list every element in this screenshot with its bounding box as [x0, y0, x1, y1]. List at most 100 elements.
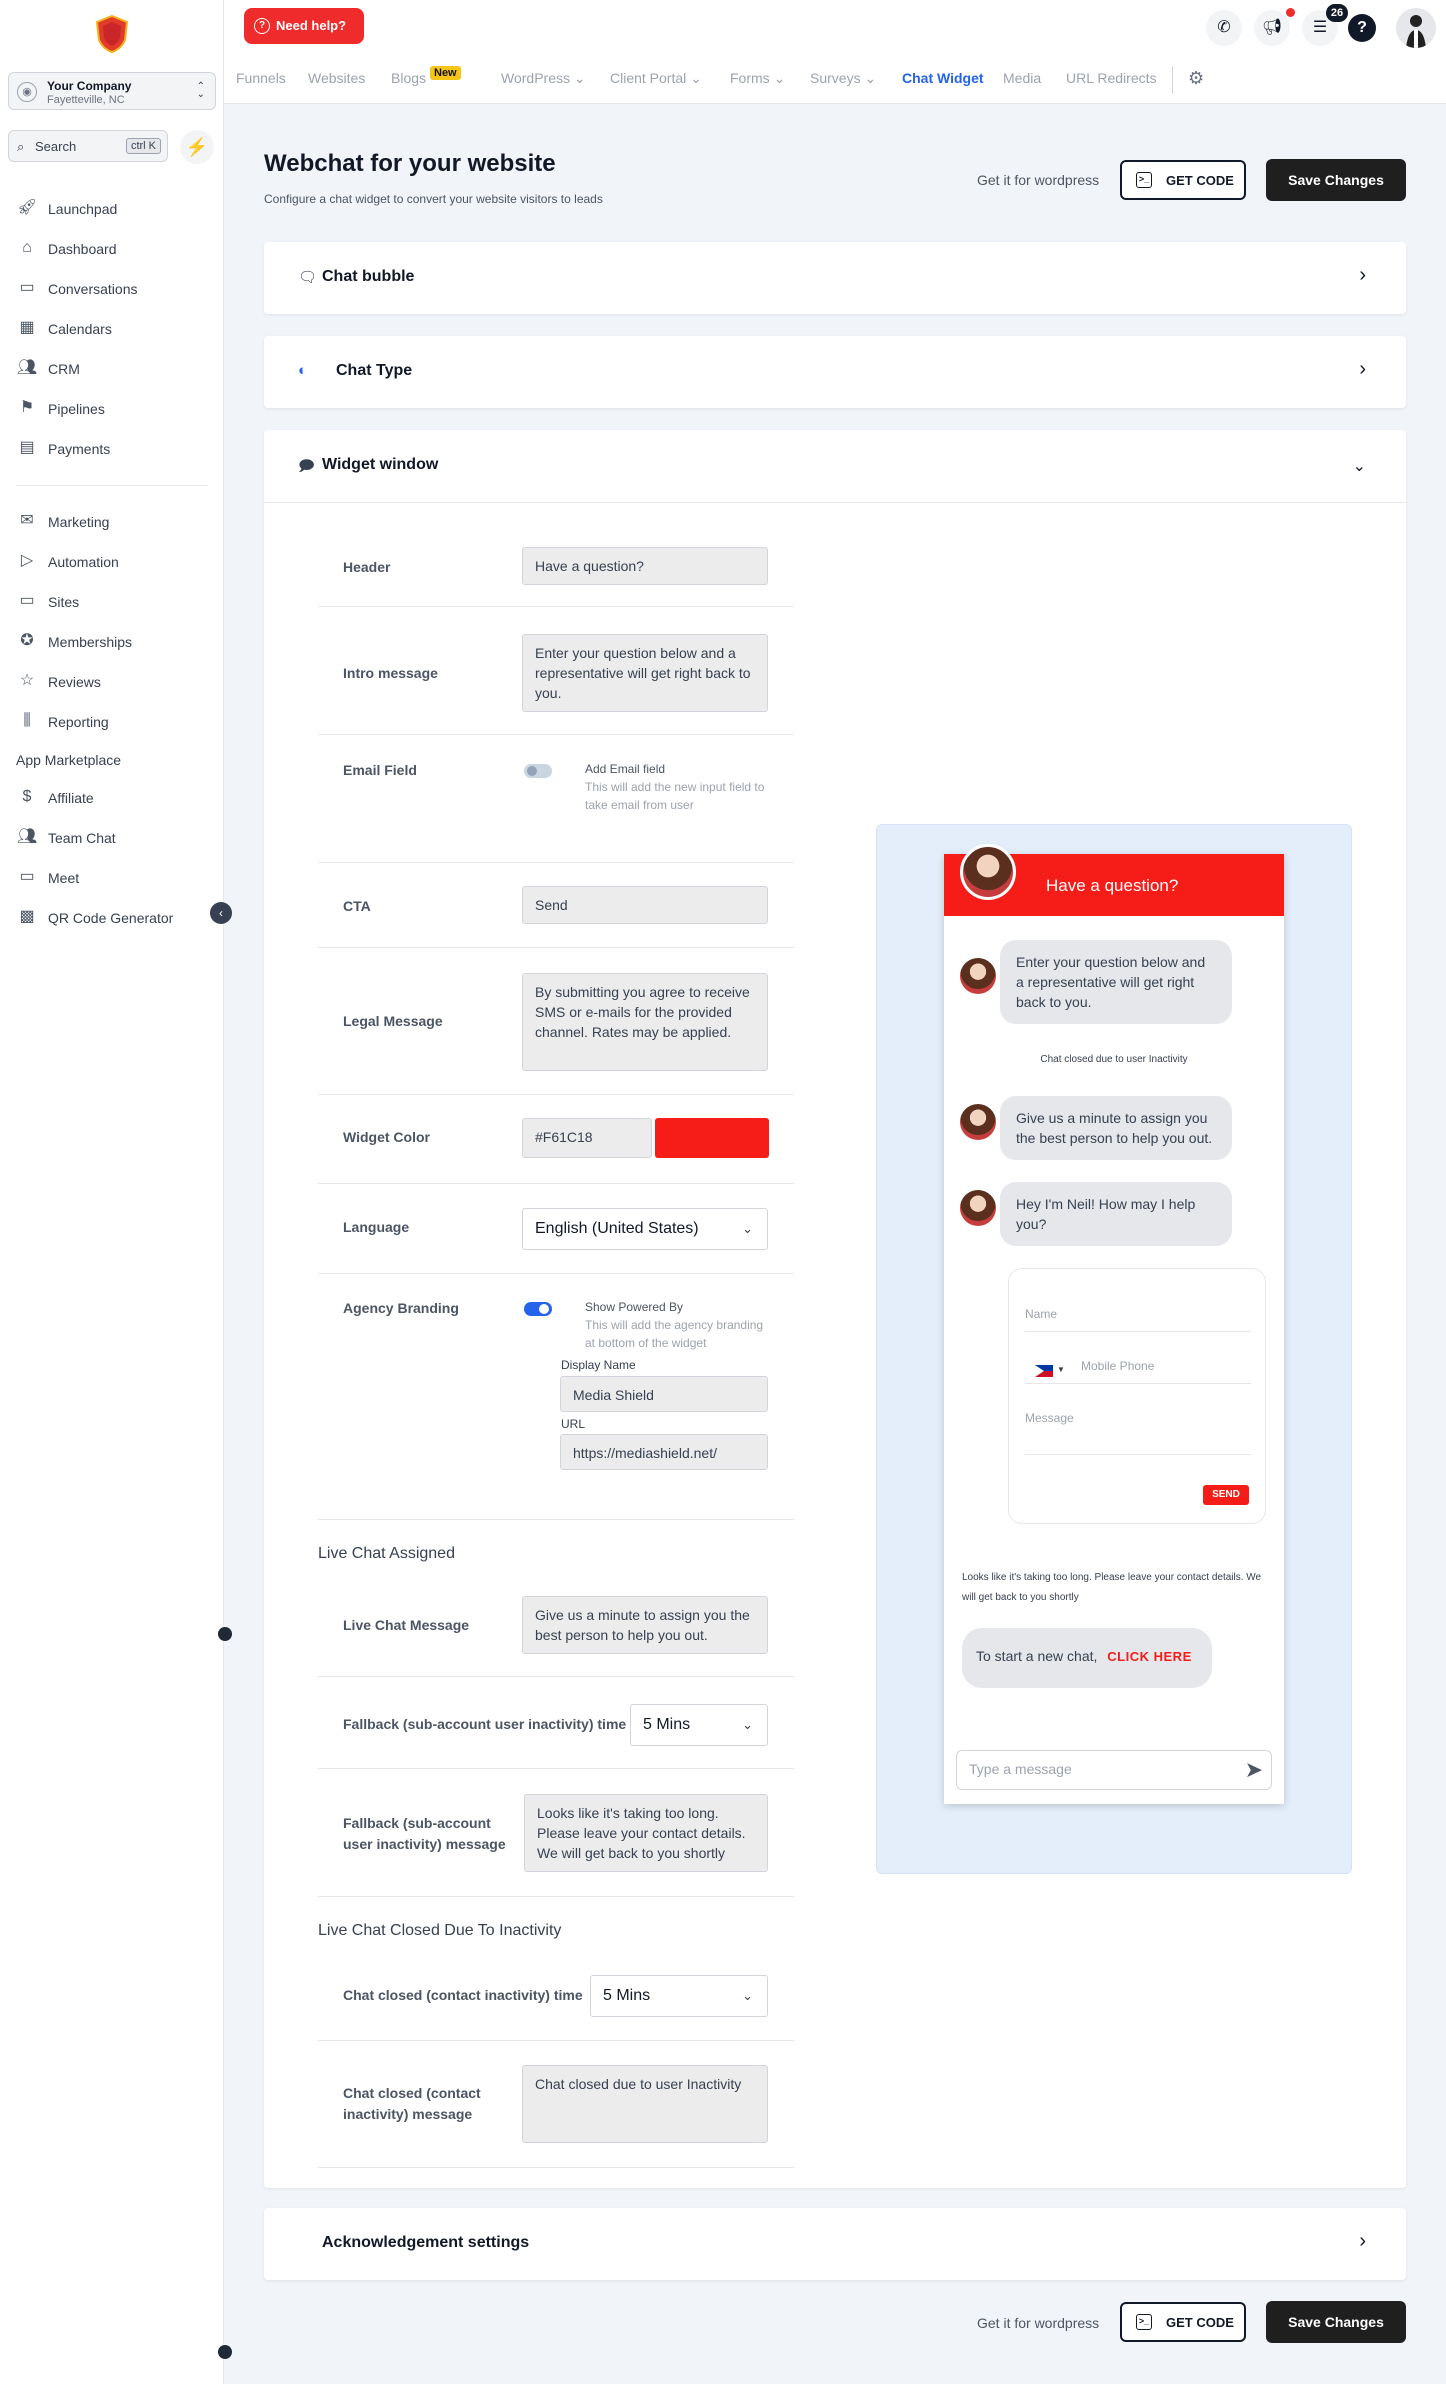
- agent-avatar: [960, 1190, 996, 1226]
- sidebar-item-sites[interactable]: ▭ Sites: [0, 586, 224, 616]
- get-code-button[interactable]: >_ GET CODE: [1120, 2302, 1246, 2342]
- sidebar-item-dashboard[interactable]: ⌂ Dashboard: [0, 233, 224, 263]
- dollar-icon: $: [22, 788, 32, 805]
- tab-separator: [1172, 66, 1173, 94]
- tab-media[interactable]: Media: [1003, 70, 1041, 86]
- save-changes-button[interactable]: Save Changes: [1266, 2301, 1406, 2343]
- collapse-sidebar-icon[interactable]: ‹: [210, 902, 232, 924]
- legal-message-input[interactable]: By submitting you agree to receive SMS o…: [522, 973, 768, 1071]
- quick-actions-bolt-icon[interactable]: ⚡: [180, 130, 214, 164]
- qr-icon: ▩: [19, 908, 35, 925]
- row-divider: [318, 606, 794, 607]
- type-message-input[interactable]: Type a message ➤: [956, 1750, 1272, 1790]
- get-for-wordpress-link[interactable]: Get it for wordpress: [977, 172, 1099, 188]
- url-label: URL: [561, 1417, 586, 1431]
- scroll-handle-icon[interactable]: [218, 1627, 232, 1641]
- tab-websites[interactable]: Websites: [308, 70, 365, 86]
- tab-url-redirects[interactable]: URL Redirects: [1066, 70, 1157, 86]
- name-field[interactable]: Name: [1025, 1307, 1251, 1332]
- cta-input[interactable]: Send: [522, 886, 768, 924]
- fallback-time-select[interactable]: 5 Mins ⌄: [630, 1704, 768, 1746]
- chat-type-section[interactable]: ◐ Chat Type ›: [264, 336, 1406, 408]
- company-switcher[interactable]: ◉ Your Company Fayetteville, NC ⌃ ⌄: [8, 72, 216, 110]
- send-button[interactable]: SEND: [1203, 1485, 1249, 1505]
- tab-blogs[interactable]: Blogs: [391, 70, 426, 86]
- sidebar-item-label: Pipelines: [48, 401, 105, 417]
- language-select[interactable]: English (United States) ⌄: [522, 1208, 768, 1250]
- tab-wordpress[interactable]: WordPress ⌄: [501, 70, 586, 87]
- save-changes-button[interactable]: Save Changes: [1266, 159, 1406, 201]
- sidebar: ◉ Your Company Fayetteville, NC ⌃ ⌄ ⌕ Sea…: [0, 0, 224, 2384]
- tab-forms[interactable]: Forms ⌄: [730, 70, 785, 87]
- tab-funnels[interactable]: Funnels: [236, 70, 286, 86]
- tab-surveys[interactable]: Surveys ⌄: [810, 70, 876, 87]
- sidebar-item-label: Sites: [48, 594, 80, 610]
- get-for-wordpress-link[interactable]: Get it for wordpress: [977, 2315, 1099, 2331]
- fallback-time-label: Fallback (sub-account user inactivity) t…: [343, 1716, 627, 1732]
- sidebar-item-reporting[interactable]: ⫼ Reporting: [0, 706, 224, 736]
- tab-client-portal[interactable]: Client Portal ⌄: [610, 70, 702, 87]
- widget-color-input[interactable]: #F61C18: [522, 1118, 652, 1158]
- sidebar-item-app-marketplace[interactable]: App Marketplace: [0, 744, 224, 774]
- sidebar-item-payments[interactable]: ▤ Payments: [0, 433, 224, 463]
- gear-icon[interactable]: ⚙: [1188, 68, 1204, 89]
- sidebar-item-affiliate[interactable]: $ Affiliate: [0, 782, 224, 812]
- row-divider: [318, 2167, 794, 2168]
- chat-type-icon: ◐: [298, 362, 308, 379]
- sidebar-item-memberships[interactable]: ✪ Memberships: [0, 626, 224, 656]
- fallback-message-input[interactable]: Looks like it's taking too long. Please …: [524, 1794, 768, 1872]
- url-input[interactable]: https://mediashield.net/: [560, 1434, 768, 1470]
- tab-label: WordPress: [501, 70, 570, 86]
- mobile-phone-field[interactable]: Mobile Phone: [1025, 1359, 1251, 1384]
- live-chat-message-input[interactable]: Give us a minute to assign you the best …: [522, 1596, 768, 1654]
- scroll-handle-icon[interactable]: [218, 2345, 232, 2359]
- chevron-down-icon[interactable]: ⌄: [1353, 456, 1366, 476]
- phone-icon[interactable]: ✆: [1206, 10, 1242, 46]
- sidebar-item-label: Automation: [48, 554, 119, 570]
- acknowledgement-settings-section[interactable]: Acknowledgement settings ›: [264, 2208, 1406, 2280]
- sidebar-item-reviews[interactable]: ☆ Reviews: [0, 666, 224, 696]
- widget-color-swatch[interactable]: [655, 1118, 769, 1158]
- sidebar-item-label: Meet: [48, 870, 80, 886]
- page-title: Webchat for your website: [264, 150, 556, 177]
- tab-label: Client Portal: [610, 70, 687, 86]
- sidebar-item-meet[interactable]: ▭ Meet: [0, 862, 224, 892]
- send-arrow-icon[interactable]: ➤: [1245, 1757, 1263, 1783]
- chat-closed-message-input[interactable]: Chat closed due to user Inactivity: [522, 2065, 768, 2143]
- sidebar-item-qr-code-generator[interactable]: ▩ QR Code Generator: [0, 902, 224, 932]
- email-field-toggle[interactable]: [524, 764, 552, 778]
- intro-message-input[interactable]: Enter your question below and a represen…: [522, 634, 768, 712]
- widget-color-label: Widget Color: [343, 1129, 430, 1145]
- sidebar-item-marketing[interactable]: ✉ Marketing: [0, 506, 224, 536]
- chat-bubble-section[interactable]: 🗨︎ Chat bubble ›: [264, 242, 1406, 314]
- agency-branding-label: Agency Branding: [343, 1300, 459, 1316]
- sidebar-item-pipelines[interactable]: ⚑ Pipelines: [0, 393, 224, 423]
- user-avatar[interactable]: [1396, 8, 1436, 48]
- tab-chat-widget[interactable]: Chat Widget: [902, 70, 984, 86]
- help-icon[interactable]: ?: [1348, 14, 1376, 42]
- agency-branding-toggle[interactable]: [524, 1302, 552, 1316]
- new-chat-text: To start a new chat,: [976, 1648, 1098, 1664]
- search-input[interactable]: ⌕ Search ctrl K: [8, 130, 168, 162]
- sidebar-item-crm[interactable]: 👥︎ CRM: [0, 353, 224, 383]
- sidebar-item-team-chat[interactable]: 👥︎ Team Chat: [0, 822, 224, 852]
- need-help-button[interactable]: ? Need help?: [244, 8, 364, 44]
- sidebar-item-conversations[interactable]: ▭ Conversations: [0, 273, 224, 303]
- click-here-link[interactable]: CLICK HERE: [1107, 1649, 1191, 1664]
- section-title: Acknowledgement settings: [322, 2234, 530, 2251]
- display-name-input[interactable]: Media Shield: [560, 1376, 768, 1412]
- sidebar-item-launchpad[interactable]: 🚀︎ Launchpad: [0, 193, 224, 223]
- header-input[interactable]: Have a question?: [522, 547, 768, 585]
- agent-avatar: [960, 1104, 996, 1140]
- megaphone-icon[interactable]: 📢︎: [1254, 10, 1290, 46]
- sidebar-item-automation[interactable]: ▷ Automation: [0, 546, 224, 576]
- row-divider: [318, 862, 794, 863]
- chevron-down-icon: ⌄: [742, 1221, 753, 1236]
- chat-icon: ▭: [19, 279, 35, 296]
- row-divider: [318, 2040, 794, 2041]
- message-field[interactable]: Message: [1025, 1411, 1251, 1455]
- chat-closed-time-select[interactable]: 5 Mins ⌄: [590, 1975, 768, 2017]
- sidebar-item-calendars[interactable]: ▦ Calendars: [0, 313, 224, 343]
- row-divider: [318, 734, 794, 735]
- get-code-button[interactable]: >_ GET CODE: [1120, 160, 1246, 200]
